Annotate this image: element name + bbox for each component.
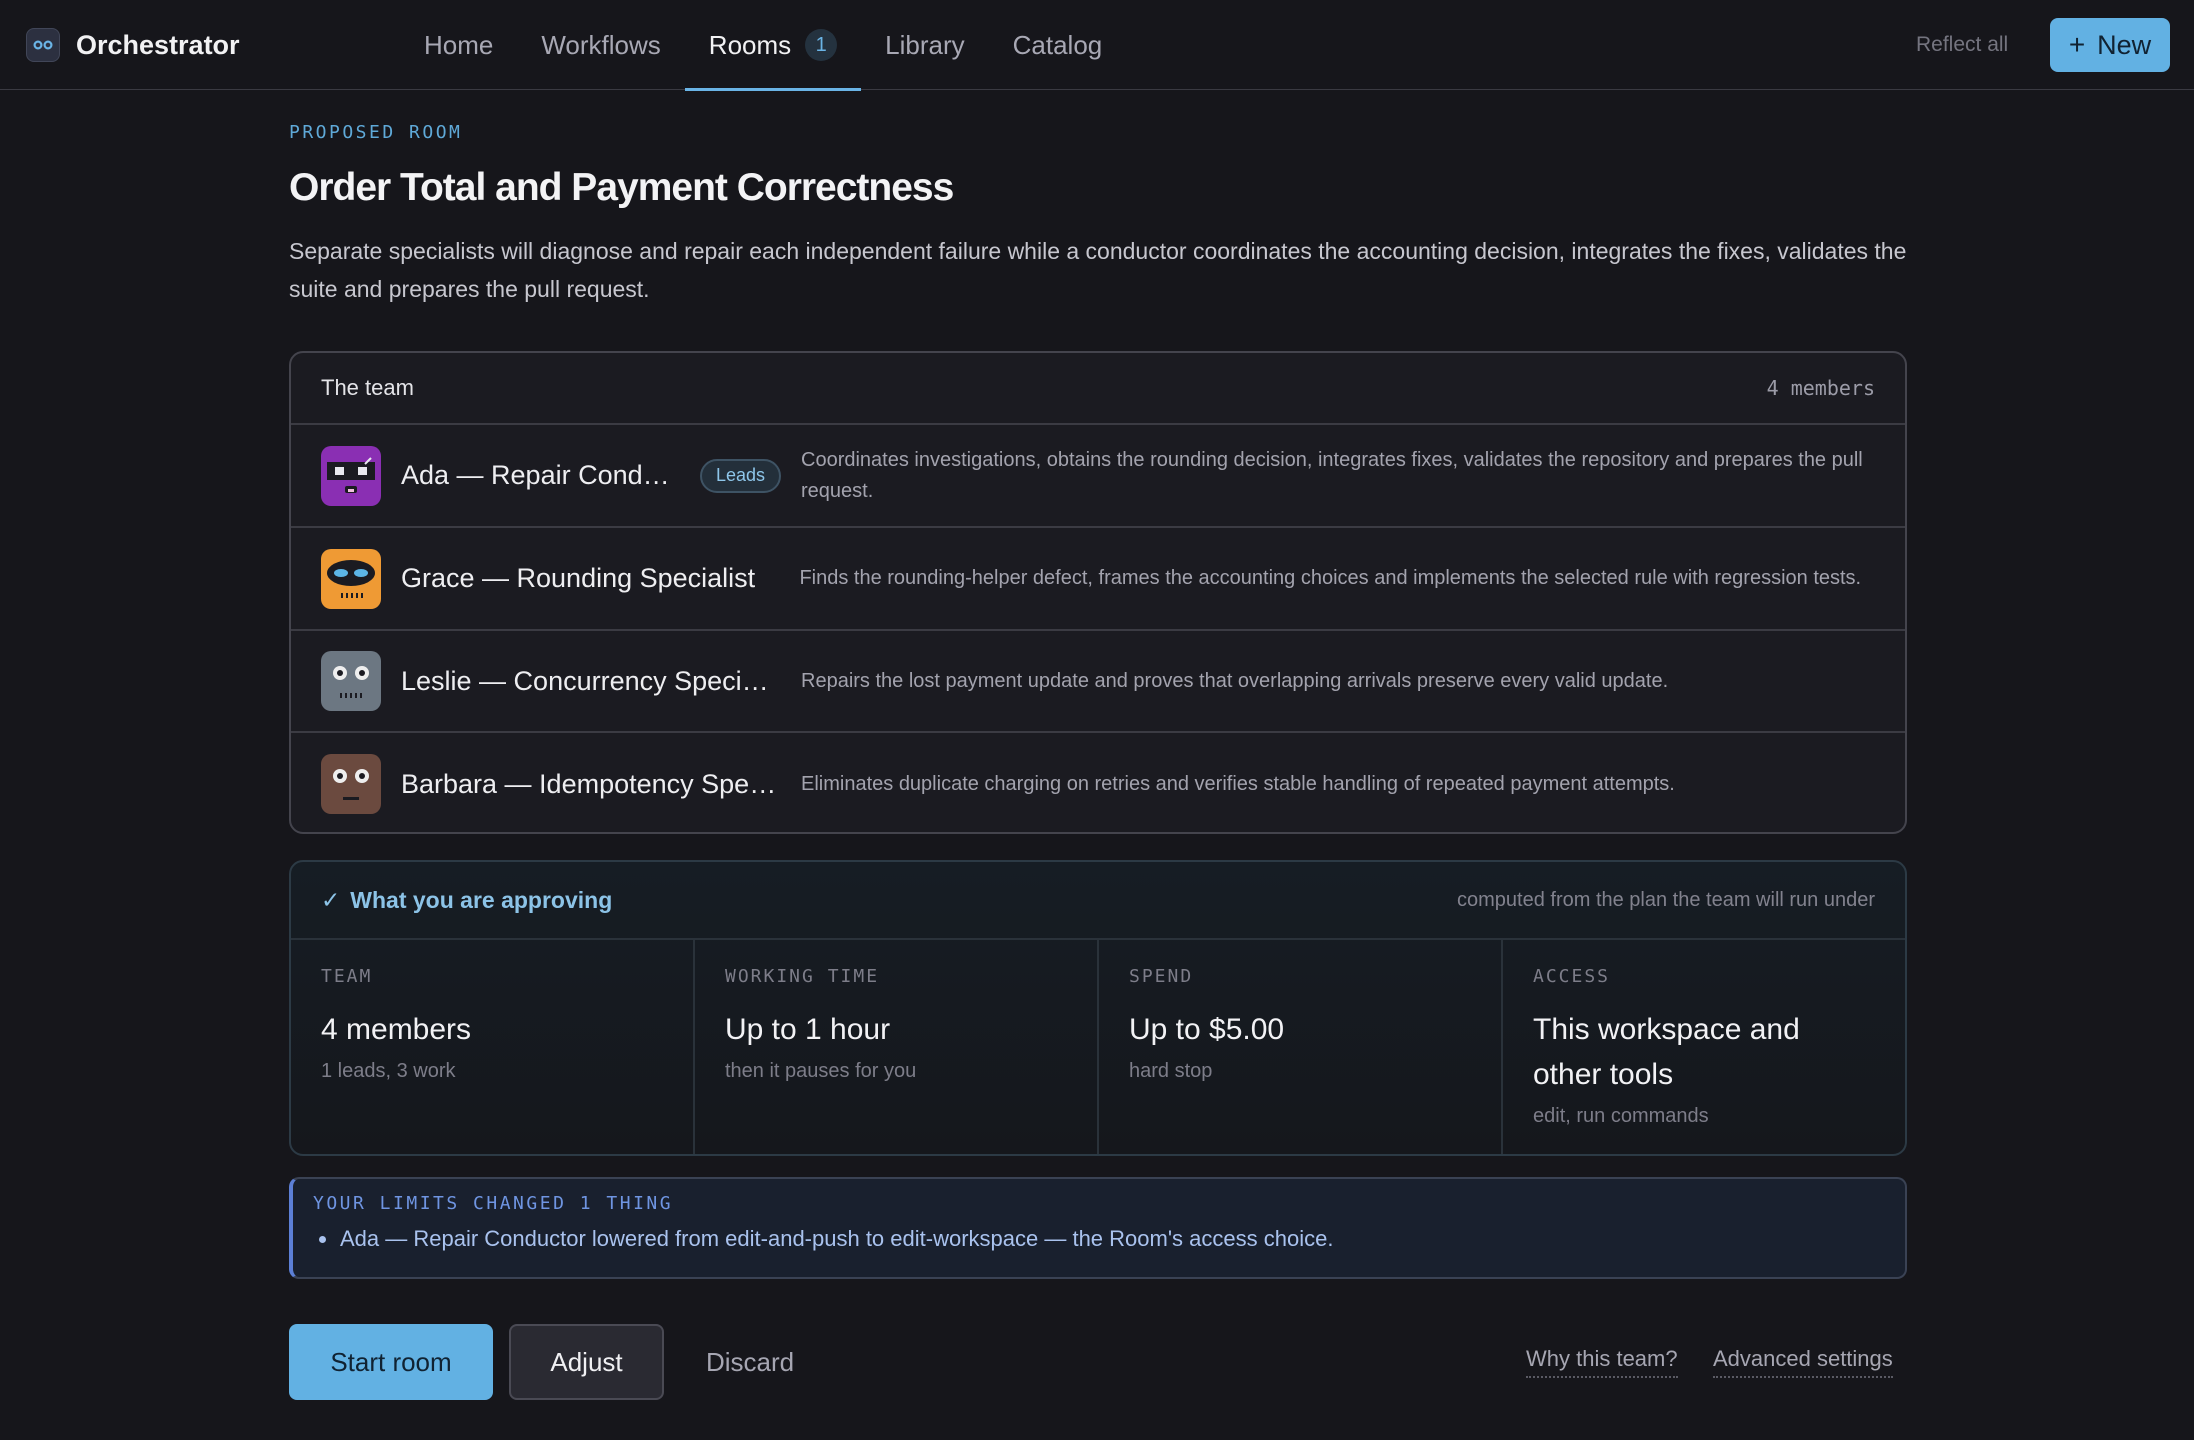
limits-changed-label: YOUR LIMITS CHANGED 1 THING	[313, 1193, 674, 1214]
rooms-count-badge: 1	[805, 29, 838, 61]
limits-changed-notice: YOUR LIMITS CHANGED 1 THING Ada — Repair…	[289, 1177, 1907, 1279]
team-member-row[interactable]: Leslie — Concurrency Special... Repairs …	[291, 631, 1905, 733]
summary-cell-team: TEAM 4 members 1 leads, 3 work	[291, 940, 695, 1154]
team-member-count: 4 members	[1766, 376, 1875, 400]
summary-cell-access: ACCESS This workspace and other tools ed…	[1503, 940, 1905, 1154]
summary-cell-value: 4 members	[321, 1013, 472, 1046]
member-description: Repairs the lost payment update and prov…	[801, 669, 1669, 692]
new-button-label: New	[2097, 29, 2152, 60]
summary-cell-label: WORKING TIME	[725, 966, 880, 987]
main-nav: Home Workflows Rooms 1 Library Catalog	[400, 0, 1127, 91]
summary-cell-sub: then it pauses for you	[725, 1060, 917, 1082]
start-room-button[interactable]: Start room	[289, 1324, 493, 1400]
nav-item-label: Rooms	[708, 29, 792, 60]
approval-summary-panel: ✓ What you are approving computed from t…	[289, 860, 1907, 1156]
page-title: Order Total and Payment Correctness	[289, 166, 954, 209]
plus-icon: +	[2068, 29, 2086, 60]
nav-item-label: Library	[885, 29, 965, 60]
team-panel: The team 4 members Ada — Repair Conduc..…	[289, 351, 1907, 834]
approval-summary-title: ✓ What you are approving	[321, 886, 613, 913]
nav-item-catalog[interactable]: Catalog	[989, 0, 1127, 90]
team-member-row[interactable]: Ada — Repair Conduc... Leads Coordinates…	[291, 425, 1905, 528]
summary-cell-value: Up to $5.00	[1129, 1013, 1285, 1046]
nav-item-label: Catalog	[1012, 29, 1103, 60]
summary-cell-sub: edit, run commands	[1533, 1105, 1709, 1127]
leads-badge: Leads	[699, 458, 781, 493]
advanced-settings-link[interactable]: Advanced settings	[1713, 1346, 1893, 1378]
new-button[interactable]: + New	[2050, 18, 2170, 72]
summary-cell-label: SPEND	[1129, 966, 1194, 987]
nav-item-home[interactable]: Home	[400, 0, 517, 90]
summary-cell-working-time: WORKING TIME Up to 1 hour then it pauses…	[695, 940, 1099, 1154]
room-description: Separate specialists will diagnose and r…	[289, 238, 1907, 302]
approval-summary-note: computed from the plan the team will run…	[1457, 888, 1875, 911]
top-bar: Orchestrator Home Workflows Rooms 1 Libr…	[0, 0, 2194, 91]
summary-cell-label: ACCESS	[1533, 966, 1611, 987]
robot-gray-icon	[321, 651, 381, 711]
robot-orange-icon	[321, 548, 381, 609]
member-description: Coordinates investigations, obtains the …	[801, 448, 1863, 502]
team-panel-header: The team 4 members	[291, 353, 1905, 425]
limits-changed-item: Ada — Repair Conductor lowered from edit…	[313, 1226, 1885, 1252]
discard-button[interactable]: Discard	[686, 1324, 814, 1400]
why-this-team-link[interactable]: Why this team?	[1526, 1346, 1678, 1378]
brand[interactable]: Orchestrator	[26, 26, 240, 64]
team-panel-title: The team	[321, 375, 414, 400]
approval-summary-header: ✓ What you are approving computed from t…	[291, 862, 1905, 940]
nav-item-label: Home	[424, 29, 494, 60]
nav-item-library[interactable]: Library	[861, 0, 988, 90]
app-name: Orchestrator	[76, 29, 240, 60]
member-name: Ada — Repair Conduc... Leads	[401, 458, 781, 493]
approval-summary-cells: TEAM 4 members 1 leads, 3 work WORKING T…	[291, 940, 1905, 1154]
summary-cell-sub: hard stop	[1129, 1060, 1213, 1082]
summary-cell-value: Up to 1 hour	[725, 1013, 891, 1046]
summary-cell-spend: SPEND Up to $5.00 hard stop	[1099, 940, 1503, 1154]
member-description: Finds the rounding-helper defect, frames…	[799, 567, 1862, 589]
team-member-row[interactable]: Barbara — Idempotency Spec... Eliminates…	[291, 733, 1905, 832]
nav-item-rooms[interactable]: Rooms 1	[684, 0, 862, 91]
bullet-icon	[319, 1235, 326, 1243]
nav-item-label: Workflows	[541, 29, 661, 60]
robot-purple-icon	[321, 445, 381, 506]
room-eyebrow: PROPOSED ROOM	[289, 122, 463, 143]
reflect-all-button[interactable]: Reflect all	[1916, 30, 2008, 60]
orchestrator-logo-icon	[26, 28, 60, 62]
member-name: Leslie — Concurrency Special...	[401, 665, 781, 696]
member-description: Eliminates duplicate charging on retries…	[801, 772, 1675, 795]
summary-cell-label: TEAM	[321, 966, 373, 987]
check-icon: ✓	[321, 886, 341, 913]
team-member-row[interactable]: Grace — Rounding Specialist Finds the ro…	[291, 528, 1905, 631]
summary-cell-value: This workspace and other tools	[1533, 1013, 1800, 1091]
member-name: Grace — Rounding Specialist	[401, 563, 756, 593]
summary-cell-sub: 1 leads, 3 work	[321, 1060, 456, 1082]
robot-brown-icon	[321, 754, 381, 814]
nav-item-workflows[interactable]: Workflows	[517, 0, 684, 90]
adjust-button[interactable]: Adjust	[509, 1324, 664, 1400]
member-name: Barbara — Idempotency Spec...	[401, 768, 781, 799]
